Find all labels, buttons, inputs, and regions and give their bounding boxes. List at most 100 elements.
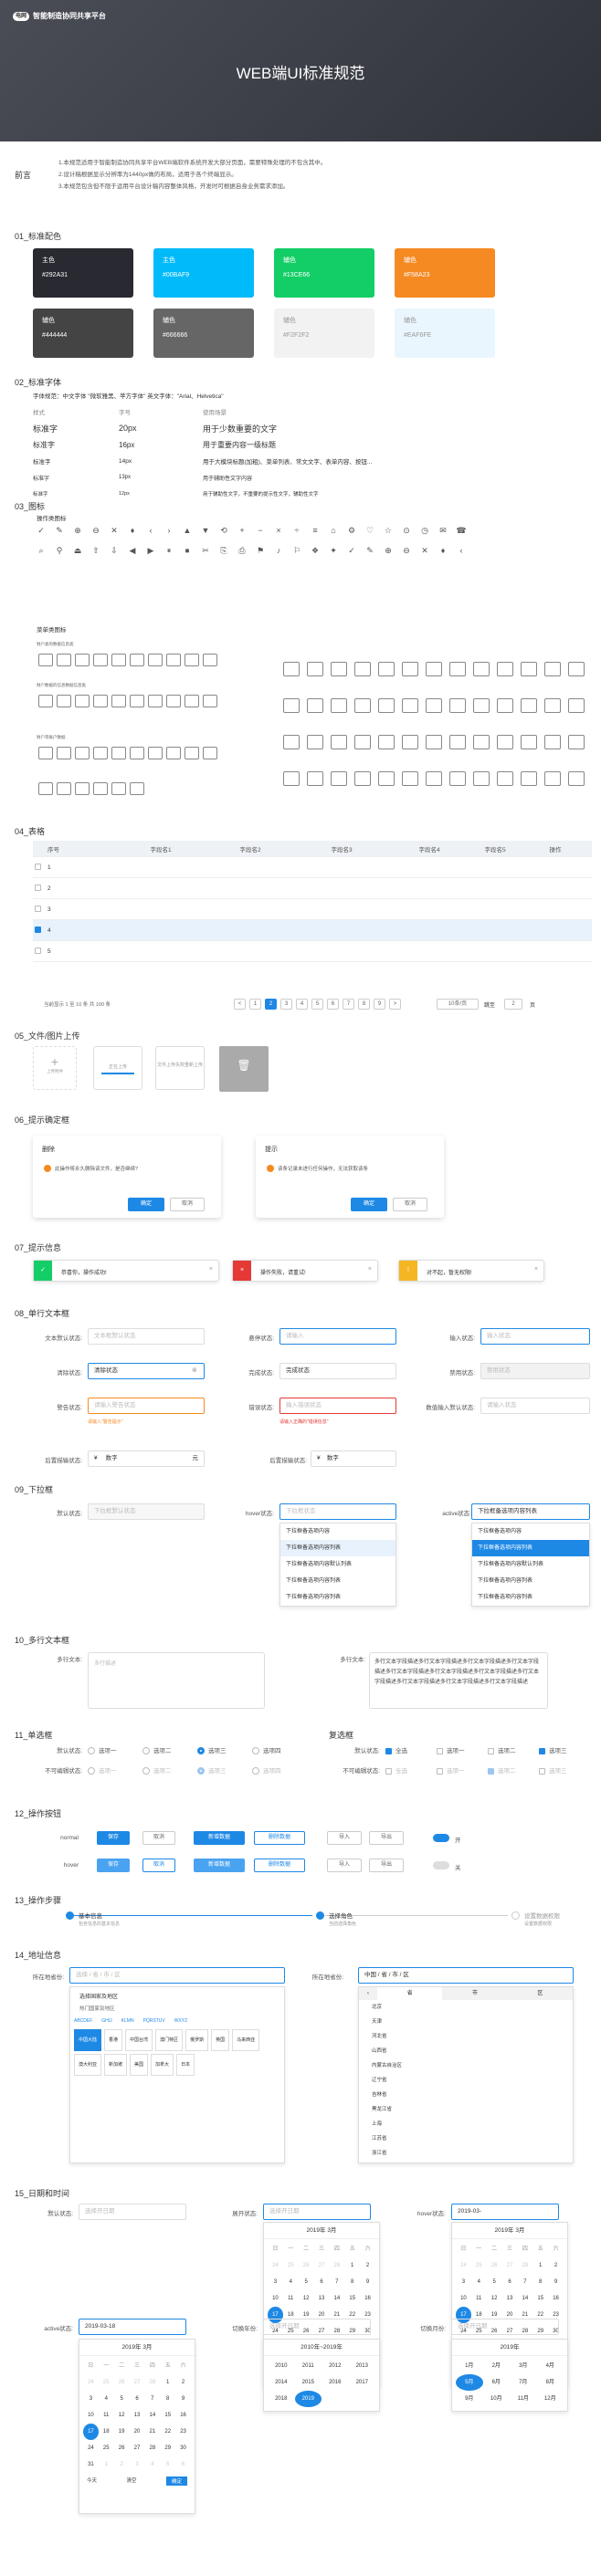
calendar-day[interactable]: 1 bbox=[160, 2374, 175, 2391]
toggle-switch[interactable] bbox=[433, 1861, 449, 1869]
calendar-day[interactable]: 2 bbox=[548, 2257, 564, 2274]
date-input[interactable]: 2019-03- bbox=[451, 2204, 559, 2220]
calendar-day[interactable]: 14 bbox=[517, 2290, 532, 2307]
calendar-day[interactable]: 27 bbox=[130, 2440, 145, 2456]
calendar-day[interactable]: 19 bbox=[114, 2424, 130, 2440]
calendar-day[interactable]: 25 bbox=[99, 2440, 114, 2456]
cancel-button[interactable]: 取消 bbox=[142, 1831, 175, 1845]
region-tag[interactable]: 俄罗斯 bbox=[185, 2029, 209, 2051]
save-button[interactable]: 保存 bbox=[97, 1831, 130, 1845]
calendar-day[interactable]: 12 bbox=[487, 2290, 502, 2307]
cancel-button[interactable]: 取消 bbox=[142, 1859, 175, 1872]
calendar-day[interactable]: 25 bbox=[471, 2257, 487, 2274]
text-input-done[interactable]: 完成状态 bbox=[279, 1363, 396, 1379]
month-cell[interactable]: 8月 bbox=[537, 2374, 564, 2391]
letter-tab[interactable]: GHIJ bbox=[101, 2015, 111, 2027]
table-row[interactable]: 1 bbox=[33, 857, 592, 878]
calendar-day[interactable]: 30 bbox=[175, 2440, 191, 2456]
calendar-day[interactable]: 6 bbox=[502, 2274, 518, 2290]
select-option[interactable]: 下拉框备选项内容 bbox=[280, 1524, 395, 1540]
address-tab[interactable]: 区 bbox=[508, 1987, 573, 2000]
month-cell[interactable]: 6月 bbox=[483, 2374, 511, 2391]
select-option[interactable]: 下拉框备选项内容列表 bbox=[472, 1573, 589, 1589]
export-button[interactable]: 导出 bbox=[369, 1831, 404, 1845]
page-button[interactable]: 1 bbox=[249, 999, 261, 1010]
table-row[interactable]: 5 bbox=[33, 941, 592, 962]
close-icon[interactable]: × bbox=[534, 1266, 538, 1272]
calendar-day[interactable]: 18 bbox=[99, 2424, 114, 2440]
calendar-day[interactable]: 22 bbox=[160, 2424, 175, 2440]
calendar-day[interactable]: 3 bbox=[456, 2274, 471, 2290]
year-cell[interactable]: 2015 bbox=[295, 2374, 322, 2391]
text-input-warning[interactable]: 请输入警告状态 bbox=[88, 1398, 205, 1414]
region-tag[interactable]: 中国台湾 bbox=[125, 2029, 153, 2051]
calendar-day[interactable]: 3 bbox=[130, 2456, 145, 2473]
region-tag[interactable]: 马来西亚 bbox=[232, 2029, 260, 2051]
month-cell[interactable]: 10月 bbox=[483, 2391, 511, 2407]
calendar-day[interactable]: 25 bbox=[99, 2374, 114, 2391]
province-item[interactable]: 江苏省 bbox=[364, 2131, 573, 2146]
province-item[interactable]: 辽宁省 bbox=[364, 2073, 573, 2088]
calendar-day[interactable]: 1 bbox=[99, 2456, 114, 2473]
select-option[interactable]: 下拉框备选项内容列表 bbox=[280, 1589, 395, 1606]
calendar-day[interactable]: 11 bbox=[99, 2407, 114, 2424]
year-cell[interactable]: 2011 bbox=[295, 2358, 322, 2374]
calendar-day[interactable]: 2 bbox=[360, 2257, 375, 2274]
add-data-button[interactable]: 新增数据 bbox=[194, 1859, 245, 1872]
region-tag[interactable]: 加拿大 bbox=[151, 2054, 174, 2076]
month-cell[interactable]: 2月 bbox=[483, 2358, 511, 2374]
select-option[interactable]: 下拉框备选项内容列表 bbox=[280, 1573, 395, 1589]
letter-tab[interactable]: WXYZ bbox=[174, 2015, 187, 2027]
select-option[interactable]: 下拉框备选项内容列表 bbox=[280, 1540, 395, 1556]
text-input-clear[interactable]: 清除状态 bbox=[88, 1363, 205, 1379]
page-button[interactable]: 2 bbox=[265, 999, 277, 1010]
text-input-hover[interactable]: 请输入 bbox=[279, 1328, 396, 1345]
region-tag[interactable]: 英国 bbox=[211, 2029, 230, 2051]
toggle-switch[interactable] bbox=[433, 1834, 449, 1842]
calendar-day[interactable]: 26 bbox=[114, 2374, 130, 2391]
page-button[interactable]: < bbox=[234, 999, 246, 1010]
letter-tab[interactable]: KLMN bbox=[121, 2015, 134, 2027]
calendar-day[interactable]: 27 bbox=[130, 2374, 145, 2391]
month-cell[interactable]: 3月 bbox=[510, 2358, 537, 2374]
upload-failed-box[interactable]: 文件上传失败重新上传 bbox=[155, 1046, 205, 1090]
month-cell[interactable]: 5月 bbox=[456, 2374, 483, 2391]
prefix-input[interactable]: ¥ 数字 bbox=[311, 1450, 396, 1467]
calendar-day[interactable]: 4 bbox=[471, 2274, 487, 2290]
save-button[interactable]: 保存 bbox=[97, 1859, 130, 1872]
calendar-day[interactable]: 8 bbox=[532, 2274, 548, 2290]
region-tag[interactable]: 美国 bbox=[130, 2054, 149, 2076]
calendar-day[interactable]: 8 bbox=[160, 2391, 175, 2407]
calendar-day[interactable]: 24 bbox=[83, 2374, 99, 2391]
calendar-day[interactable]: 2 bbox=[175, 2374, 191, 2391]
calendar-day[interactable]: 25 bbox=[283, 2257, 299, 2274]
calendar-day[interactable]: 6 bbox=[175, 2456, 191, 2473]
import-button[interactable]: 导入 bbox=[327, 1831, 362, 1845]
radio-option[interactable]: 选项一 bbox=[88, 1745, 117, 1755]
table-row[interactable]: 3 bbox=[33, 899, 592, 920]
select-option[interactable]: 下拉框备选项内容默认列表 bbox=[280, 1556, 395, 1573]
calendar-day[interactable]: 13 bbox=[314, 2290, 330, 2307]
province-item[interactable]: 内蒙古自治区 bbox=[364, 2058, 573, 2073]
calendar-day[interactable]: 7 bbox=[144, 2391, 160, 2407]
calendar-day[interactable]: 15 bbox=[344, 2290, 360, 2307]
address-input-filled[interactable]: 中国 / 省 / 市 / 区 bbox=[358, 1967, 574, 1984]
page-button[interactable]: 8 bbox=[358, 999, 370, 1010]
calendar-day[interactable]: 27 bbox=[502, 2257, 518, 2274]
date-input[interactable]: 选择开日期 bbox=[263, 2204, 371, 2220]
row-checkbox[interactable] bbox=[35, 947, 41, 954]
month-cell[interactable]: 12月 bbox=[537, 2391, 564, 2407]
row-checkbox[interactable] bbox=[35, 926, 41, 933]
calendar-day[interactable]: 17 bbox=[83, 2424, 99, 2440]
checkbox-option[interactable]: 选项一 bbox=[437, 1745, 465, 1754]
calendar-day[interactable]: 3 bbox=[83, 2391, 99, 2407]
calendar-day[interactable]: 26 bbox=[299, 2257, 314, 2274]
region-tag[interactable]: 香港 bbox=[104, 2029, 123, 2051]
calendar-day[interactable]: 6 bbox=[314, 2274, 330, 2290]
page-button[interactable]: 4 bbox=[296, 999, 308, 1010]
page-button[interactable]: 5 bbox=[311, 999, 323, 1010]
calendar-day[interactable]: 4 bbox=[99, 2391, 114, 2407]
date-input[interactable]: 选择开日期 bbox=[79, 2204, 186, 2220]
image-preview[interactable]: 🗑 bbox=[219, 1046, 269, 1092]
calendar-day[interactable]: 13 bbox=[502, 2290, 518, 2307]
